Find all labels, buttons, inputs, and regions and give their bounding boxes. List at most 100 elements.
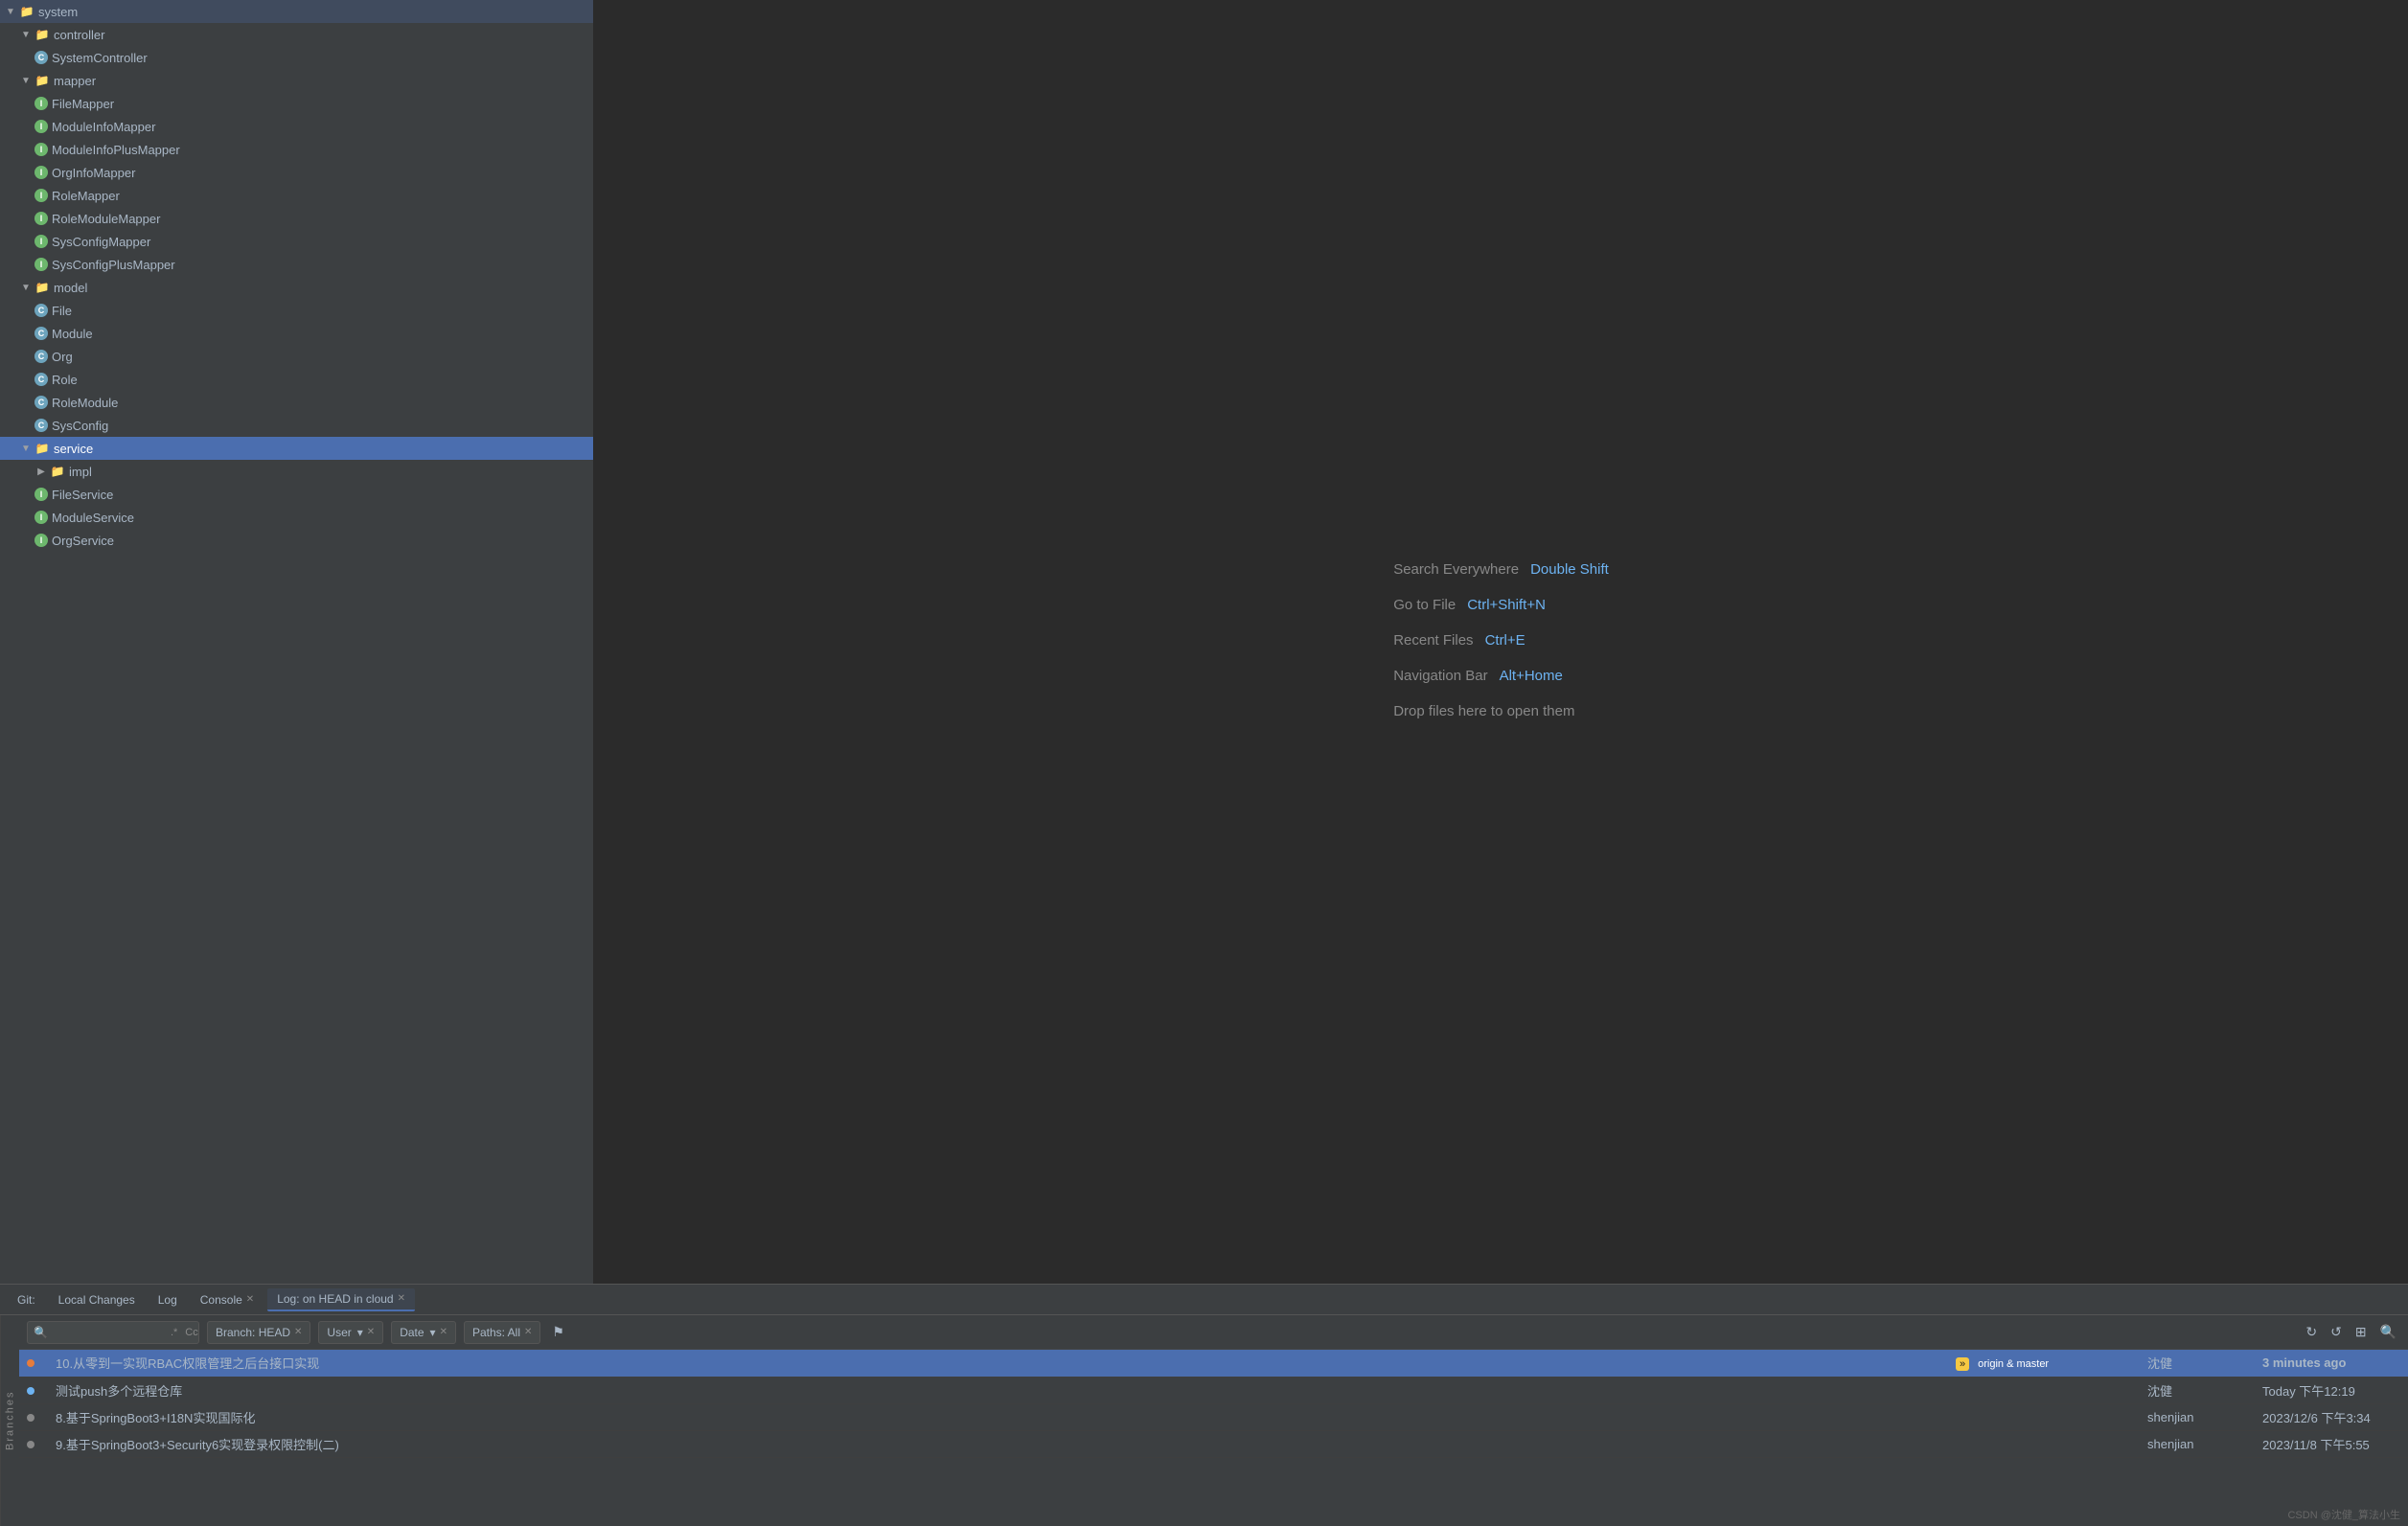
- tree-item-model[interactable]: ▼📁model: [0, 276, 593, 299]
- folder-icon: 📁: [34, 280, 50, 295]
- branches-label: Branches: [0, 1315, 19, 1526]
- hint-label: Search Everywhere: [1393, 554, 1519, 585]
- commit-message: 10.从零到一实现RBAC权限管理之后台接口实现: [48, 1350, 1948, 1377]
- bottom-tab-console[interactable]: Console✕: [191, 1289, 264, 1310]
- bottom-tab-log-head[interactable]: Log: on HEAD in cloud✕: [267, 1288, 415, 1311]
- chevron-icon[interactable]: ▼: [19, 281, 33, 294]
- commit-dot: [27, 1359, 34, 1367]
- match-case-icon[interactable]: Cc: [185, 1327, 197, 1338]
- tab-close-icon[interactable]: ✕: [398, 1293, 405, 1304]
- class-icon: C: [34, 419, 48, 432]
- filter-chip-branch_filter[interactable]: Branch: HEAD ✕: [207, 1321, 310, 1344]
- chevron-icon[interactable]: ▼: [4, 5, 17, 18]
- hint-line: Search EverywhereDouble Shift: [1393, 554, 1609, 585]
- tree-item-label: File: [52, 304, 72, 318]
- tree-item-FileService[interactable]: IFileService: [0, 483, 593, 506]
- branch-badge: origin & master: [1973, 1357, 2053, 1371]
- chevron-icon[interactable]: ▼: [19, 28, 33, 41]
- commit-author: shenjian: [2140, 1430, 2255, 1457]
- tree-item-mapper[interactable]: ▼📁mapper: [0, 69, 593, 92]
- tree-item-SysConfig[interactable]: CSysConfig: [0, 414, 593, 437]
- hint-line: Drop files here to open them: [1393, 695, 1609, 727]
- commit-row[interactable]: 8.基于SpringBoot3+I18N实现国际化shenjian2023/12…: [19, 1403, 2408, 1430]
- search-icon[interactable]: 🔍: [2376, 1322, 2400, 1342]
- hint-label: Recent Files: [1393, 625, 1473, 656]
- tree-item-SysConfigMapper[interactable]: ISysConfigMapper: [0, 230, 593, 253]
- interface-icon: I: [34, 120, 48, 133]
- tree-item-label: FileMapper: [52, 97, 114, 111]
- tree-item-SysConfigPlusMapper[interactable]: ISysConfigPlusMapper: [0, 253, 593, 276]
- tree-item-OrgService[interactable]: IOrgService: [0, 529, 593, 552]
- tree-item-ModuleInfoMapper[interactable]: IModuleInfoMapper: [0, 115, 593, 138]
- commit-dot: [27, 1387, 34, 1395]
- commit-tags: [1948, 1430, 2140, 1457]
- tree-item-RoleModuleMapper[interactable]: IRoleModuleMapper: [0, 207, 593, 230]
- chip-close-icon[interactable]: ✕: [440, 1327, 447, 1337]
- hint-label: Navigation Bar: [1393, 660, 1487, 692]
- tree-item-label: Role: [52, 373, 78, 387]
- filter-chip-label: User: [327, 1326, 351, 1339]
- git-search-input[interactable]: [52, 1326, 167, 1339]
- commit-row[interactable]: 测试push多个远程仓库沈健Today 下午12:19: [19, 1377, 2408, 1403]
- folder-icon: 📁: [34, 441, 50, 456]
- commit-date: 2023/12/6 下午3:34: [2255, 1403, 2408, 1430]
- bottom-panel: Git: Local Changes LogConsole✕Log: on HEAD…: [0, 1284, 2408, 1526]
- tree-item-label: RoleMapper: [52, 189, 120, 203]
- tree-item-OrgInfoMapper[interactable]: I OrgInfoMapper: [0, 161, 593, 184]
- chevron-icon[interactable]: ▼: [19, 442, 33, 455]
- filter-chip-user_filter[interactable]: User▾ ✕: [318, 1321, 383, 1344]
- tree-item-label: Module: [52, 327, 93, 341]
- tree-item-FileMapper[interactable]: IFileMapper: [0, 92, 593, 115]
- tree-item-Org[interactable]: COrg: [0, 345, 593, 368]
- commit-dot: [27, 1414, 34, 1422]
- interface-icon: I: [34, 166, 48, 179]
- bottom-tab-git[interactable]: Git:: [8, 1289, 45, 1310]
- bottom-tab-log[interactable]: Log: [149, 1289, 187, 1310]
- tree-item-label: SystemController: [52, 51, 148, 65]
- bottom-tab-local-changes[interactable]: Local Changes: [49, 1289, 145, 1310]
- filter-chip-paths_filter[interactable]: Paths: All ✕: [464, 1321, 540, 1344]
- tree-item-RoleModule[interactable]: CRoleModule: [0, 391, 593, 414]
- tree-item-service[interactable]: ▼📁service: [0, 437, 593, 460]
- commit-author: 沈健: [2140, 1377, 2255, 1403]
- tree-item-label: mapper: [54, 74, 96, 88]
- chevron-icon[interactable]: ▼: [19, 74, 33, 87]
- tab-label: Local Changes: [58, 1293, 135, 1307]
- tree-item-RoleMapper[interactable]: I RoleMapper: [0, 184, 593, 207]
- tree-item-Module[interactable]: CModule: [0, 322, 593, 345]
- chip-close-icon[interactable]: ✕: [524, 1327, 532, 1337]
- class-icon: C: [34, 396, 48, 409]
- commit-author: 沈健: [2140, 1350, 2255, 1377]
- flag-icon[interactable]: ⚑: [548, 1322, 568, 1342]
- commit-message: 测试push多个远程仓库: [48, 1377, 1948, 1403]
- refresh-icon[interactable]: ↻: [2302, 1322, 2321, 1342]
- git-toolbar-right: ↻ ↺⊞🔍: [2302, 1322, 2400, 1342]
- project-tree: ▼📁system▼📁controllerCSystemController▼📁m…: [0, 0, 594, 1284]
- tree-item-system[interactable]: ▼📁system: [0, 0, 593, 23]
- interface-icon: I: [34, 534, 48, 547]
- layout-icon[interactable]: ⊞: [2351, 1322, 2371, 1342]
- tree-item-SystemController[interactable]: CSystemController: [0, 46, 593, 69]
- tree-item-label: impl: [69, 465, 92, 479]
- chip-close-icon[interactable]: ✕: [294, 1327, 302, 1337]
- hint-shortcut: Ctrl+Shift+N: [1467, 589, 1546, 621]
- commit-row[interactable]: 10.从零到一实现RBAC权限管理之后台接口实现»origin & master…: [19, 1350, 2408, 1377]
- chip-close-icon[interactable]: ✕: [367, 1327, 375, 1337]
- regex-icon[interactable]: .*: [171, 1327, 177, 1338]
- tree-item-ModuleService[interactable]: IModuleService: [0, 506, 593, 529]
- tab-close-icon[interactable]: ✕: [246, 1294, 254, 1305]
- filter-chip-date_filter[interactable]: Date▾ ✕: [391, 1321, 456, 1344]
- hint-shortcut: Alt+Home: [1500, 660, 1563, 692]
- tree-item-ModuleInfoPlusMapper[interactable]: IModuleInfoPlusMapper: [0, 138, 593, 161]
- commit-row[interactable]: 9.基于SpringBoot3+Security6实现登录权限控制(二)shen…: [19, 1430, 2408, 1457]
- tree-item-File[interactable]: CFile: [0, 299, 593, 322]
- tree-item-label: OrgInfoMapper: [52, 166, 135, 180]
- revert-icon[interactable]: ↺: [2327, 1322, 2346, 1342]
- tree-item-Role[interactable]: CRole: [0, 368, 593, 391]
- tree-item-controller[interactable]: ▼📁controller: [0, 23, 593, 46]
- chevron-icon[interactable]: ▶: [34, 465, 48, 478]
- tree-item-impl[interactable]: ▶📁impl: [0, 460, 593, 483]
- git-search-box[interactable]: 🔍.*Cc: [27, 1321, 199, 1344]
- interface-icon: I: [34, 235, 48, 248]
- interface-icon: I: [34, 189, 48, 202]
